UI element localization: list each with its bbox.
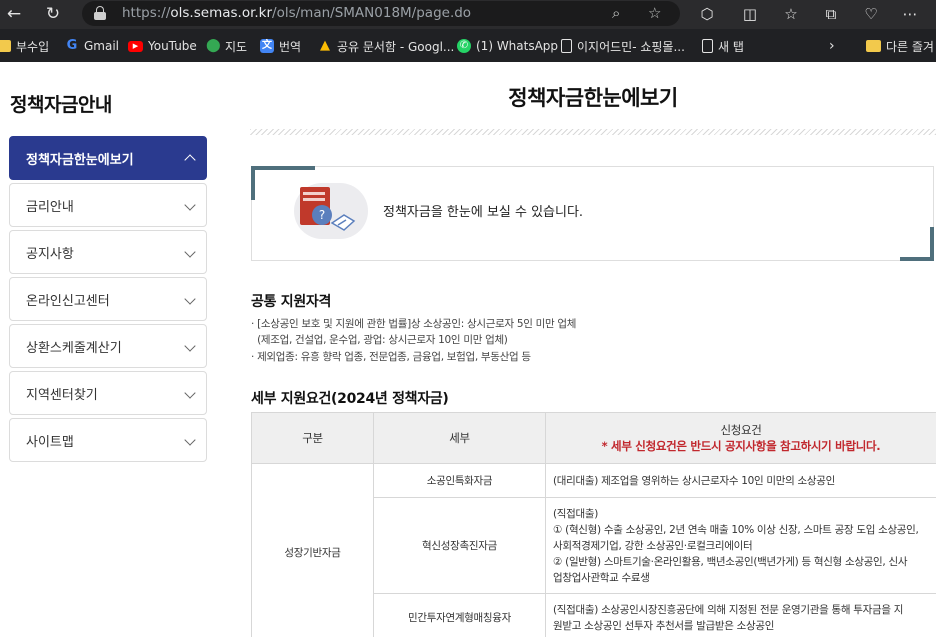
address-bar[interactable]: https://ols.semas.or.kr/ols/man/SMAN018M… bbox=[82, 1, 680, 26]
intro-box: ? 정책자금을 한눈에 보실 수 있습니다. bbox=[251, 166, 934, 261]
chevron-down-icon bbox=[184, 387, 196, 399]
sidebar-item-notices[interactable]: 공지사항 bbox=[9, 230, 207, 274]
eligibility-title: 공통 지원자격 bbox=[251, 294, 332, 310]
column-header-detail: 세부 bbox=[373, 412, 546, 464]
eligibility-line: (제조업, 건설업, 운수업, 광업: 상시근로자 10인 미만 업체) bbox=[251, 334, 508, 346]
requirement-line: ② (일반형) 스마트기술·온라인활용, 백년소공인(백년가게) 등 혁신형 소… bbox=[553, 555, 908, 568]
sidebar-item-find-center[interactable]: 지역센터찾기 bbox=[9, 371, 207, 415]
bookmark-maps[interactable]: ⬤ 지도 bbox=[206, 37, 247, 55]
group-cell: 성장기반자금 bbox=[251, 463, 374, 637]
zoom-icon[interactable]: ⌕ bbox=[612, 4, 620, 22]
sidebar-item-label: 온라인신고센터 bbox=[26, 293, 110, 309]
bookmarks-bar: 부수입 G Gmail ▶ YouTube ⬤ 지도 文 번역 ▲ 공유 문서함 - Go… bbox=[0, 29, 936, 62]
sidebar-item-label: 공지사항 bbox=[26, 246, 74, 262]
detail-cell: 혁신성장촉진자금 bbox=[373, 497, 546, 594]
bookmark-other-folder[interactable]: 다른 즐겨 bbox=[866, 37, 934, 55]
bookmark-drive[interactable]: ▲ 공유 문서함 - Googl... bbox=[318, 37, 454, 55]
detail-cell: 민간투자연계형매칭융자 bbox=[373, 593, 546, 637]
chevron-down-icon bbox=[184, 434, 196, 446]
detail-cell: 소공인특화자금 bbox=[373, 463, 546, 498]
bookmark-ezadmin[interactable]: 이지어드민- 쇼핑몰... bbox=[561, 37, 685, 55]
requirement-line: 업창업사관학교 수료생 bbox=[553, 571, 650, 584]
sidebar-item-repayment-calculator[interactable]: 상환스케줄계산기 bbox=[9, 324, 207, 368]
sidebar-title: 정책자금안내 bbox=[10, 94, 112, 116]
bookmark-youtube[interactable]: ▶ YouTube bbox=[128, 37, 197, 55]
chevron-down-icon bbox=[184, 340, 196, 352]
favorite-star-icon[interactable]: ☆ bbox=[648, 4, 661, 22]
more-menu-icon[interactable]: ⋯ bbox=[898, 3, 922, 25]
bookmark-new-tab[interactable]: 새 탭 bbox=[702, 37, 744, 55]
extensions-icon[interactable]: ⬡ bbox=[695, 3, 719, 25]
details-title: 세부 지원요건(2024년 정책자금) bbox=[251, 391, 449, 407]
page-title: 정책자금한눈에보기 bbox=[508, 86, 678, 110]
page-content: 정책자금안내 정책자금한눈에보기 금리안내 공지사항 온라인신고센터 상환스케줄… bbox=[0, 62, 936, 637]
sidebar-item-label: 사이트맵 bbox=[26, 434, 74, 450]
column-header-category: 구분 bbox=[251, 412, 374, 464]
requirement-line: (대리대출) 제조업을 영위하는 상시근로자수 10인 미만의 소상공인 bbox=[553, 474, 835, 487]
google-icon: G bbox=[66, 38, 78, 53]
translate-icon: 文 bbox=[260, 39, 274, 53]
bookmarks-overflow-icon[interactable]: › bbox=[829, 37, 835, 55]
bookmark-whatsapp[interactable]: ✆ (1) WhatsApp bbox=[457, 37, 558, 55]
address-bar-row: ← ↻ https://ols.semas.or.kr/ols/man/SMAN… bbox=[0, 0, 936, 29]
sidebar-item-interest-rates[interactable]: 금리안내 bbox=[9, 183, 207, 227]
page-icon bbox=[561, 39, 572, 53]
chevron-down-icon bbox=[184, 199, 196, 211]
sidebar-item-label: 지역센터찾기 bbox=[26, 387, 98, 403]
maps-icon: ⬤ bbox=[206, 38, 221, 53]
drive-icon: ▲ bbox=[320, 38, 330, 53]
book-help-icon: ? bbox=[294, 183, 368, 239]
bookmark-folder[interactable]: 부수입 bbox=[0, 37, 49, 55]
chevron-up-icon bbox=[184, 154, 196, 166]
folder-icon bbox=[866, 40, 881, 52]
youtube-icon: ▶ bbox=[128, 40, 143, 52]
split-screen-icon[interactable]: ◫ bbox=[738, 3, 762, 25]
lock-icon[interactable] bbox=[94, 6, 106, 20]
chevron-down-icon bbox=[184, 246, 196, 258]
requirement-line: (직접대출) 소상공인시장진흥공단에 의해 지정된 전문 운영기관을 통해 투자… bbox=[553, 603, 904, 616]
requirement-header-label: 신청요건 bbox=[720, 423, 762, 437]
page-icon bbox=[702, 39, 713, 53]
intro-text: 정책자금을 한눈에 보실 수 있습니다. bbox=[383, 205, 584, 220]
collections-icon[interactable]: ⧉ bbox=[819, 3, 843, 25]
requirement-line: 사회적경제기업, 강한 소상공인·로컬크리에이터 bbox=[553, 539, 753, 552]
table-header-row: 구분 세부 신청요건 * 세부 신청요건은 반드시 공지사항을 참고하시기 바랍… bbox=[251, 412, 936, 464]
folder-icon bbox=[0, 40, 11, 52]
sidebar-item-label: 상환스케줄계산기 bbox=[26, 340, 122, 356]
browser-essentials-icon[interactable]: ♡ bbox=[859, 3, 883, 25]
svg-text:?: ? bbox=[319, 208, 325, 222]
reload-icon[interactable]: ↻ bbox=[41, 3, 65, 25]
requirement-line: (직접대출) bbox=[553, 507, 599, 520]
sidebar-item-label: 정책자금한눈에보기 bbox=[26, 152, 134, 168]
eligibility-line: · 제외업종: 유흥 향락 업종, 전문업종, 금융업, 보험업, 부동산업 등 bbox=[251, 351, 531, 363]
eligibility-line: · [소상공인 보호 및 지원에 관한 법률]상 소상공인: 상시근로자 5인 … bbox=[251, 318, 577, 330]
requirements-table: 구분 세부 신청요건 * 세부 신청요건은 반드시 공지사항을 참고하시기 바랍… bbox=[251, 412, 936, 637]
requirement-line: 원받고 소상공인 선투자 추천서를 발급받은 소상공인 bbox=[553, 619, 775, 632]
bookmark-translate[interactable]: 文 번역 bbox=[260, 37, 301, 55]
whatsapp-icon: ✆ bbox=[457, 39, 471, 53]
requirement-cell: (대리대출) 제조업을 영위하는 상시근로자수 10인 미만의 소상공인 bbox=[545, 463, 936, 498]
back-icon[interactable]: ← bbox=[2, 3, 26, 25]
corner-decoration bbox=[900, 227, 934, 261]
bookmark-gmail[interactable]: G Gmail bbox=[65, 37, 119, 55]
sidebar-item-policy-overview[interactable]: 정책자금한눈에보기 bbox=[9, 136, 207, 180]
url-text[interactable]: https://ols.semas.or.kr/ols/man/SMAN018M… bbox=[122, 5, 471, 21]
sidebar-item-label: 금리안내 bbox=[26, 199, 74, 215]
requirement-cell: (직접대출) ① (혁신형) 수출 소상공인, 2년 연속 매출 10% 이상 … bbox=[545, 497, 936, 594]
requirement-line: ① (혁신형) 수출 소상공인, 2년 연속 매출 10% 이상 신장, 스마트… bbox=[553, 523, 919, 536]
requirement-cell: (직접대출) 소상공인시장진흥공단에 의해 지정된 전문 운영기관을 통해 투자… bbox=[545, 593, 936, 637]
notice-text: * 세부 신청요건은 반드시 공지사항을 참고하시기 바랍니다. bbox=[601, 439, 881, 453]
sidebar-item-sitemap[interactable]: 사이트맵 bbox=[9, 418, 207, 462]
column-header-requirement: 신청요건 * 세부 신청요건은 반드시 공지사항을 참고하시기 바랍니다. bbox=[545, 412, 936, 464]
favorites-icon[interactable]: ☆ bbox=[779, 3, 803, 25]
sidebar-item-online-report[interactable]: 온라인신고센터 bbox=[9, 277, 207, 321]
chevron-down-icon bbox=[184, 293, 196, 305]
table-row: 성장기반자금 소공인특화자금 (대리대출) 제조업을 영위하는 상시근로자수 1… bbox=[251, 463, 936, 637]
title-divider bbox=[250, 129, 936, 135]
browser-chrome: ← ↻ https://ols.semas.or.kr/ols/man/SMAN… bbox=[0, 0, 936, 62]
